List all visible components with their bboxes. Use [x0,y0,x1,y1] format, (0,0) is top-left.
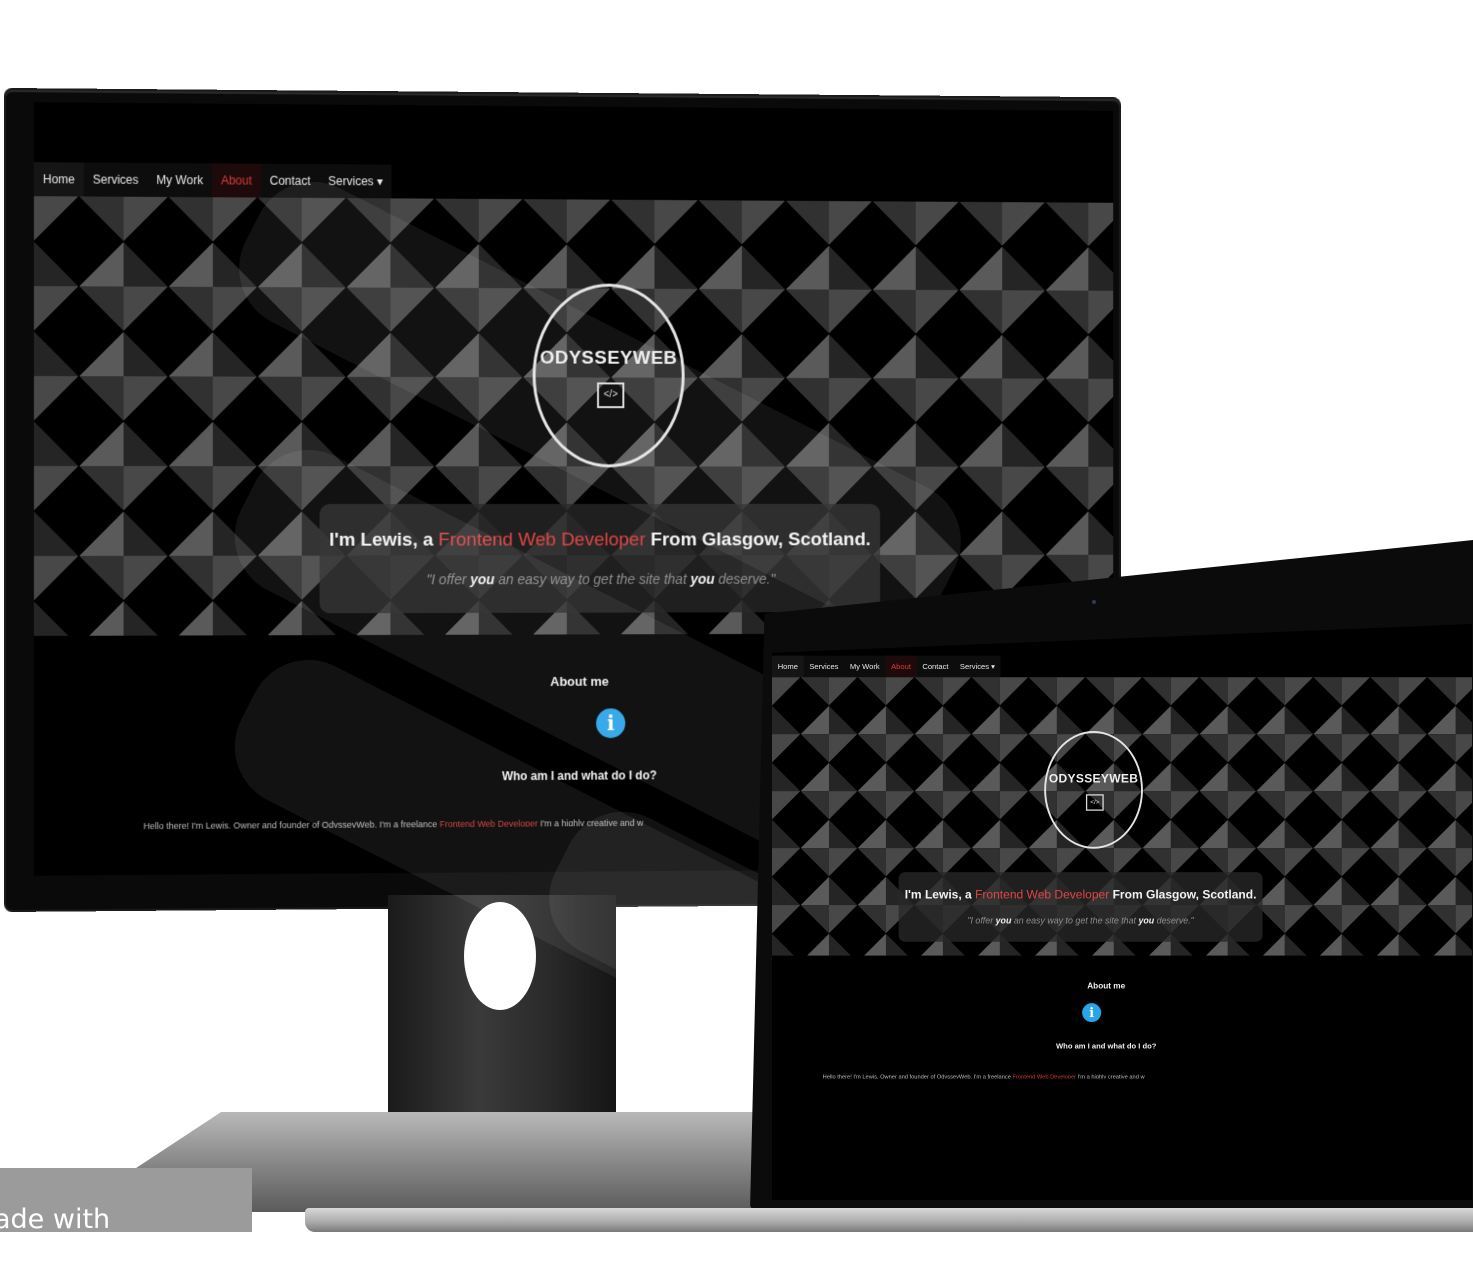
about-subtitle: Who am I and what do I do? [1056,1041,1157,1051]
headline-role: Frontend Web Developer [975,888,1110,902]
tagline-you: you [690,570,715,587]
about-title: About me [1087,981,1126,991]
website-laptop: Home Services My Work About Contact Serv… [772,624,1472,1114]
bio-text: Hello there! I'm Lewis, Owner and founde… [823,1073,1409,1078]
tagline-mid: an easy way to get the site that [1011,915,1139,926]
hero-pattern: ODYSSEYWEB </> I'm Lewis, a Frontend Web… [772,677,1472,956]
about-section: About me i Who am I and what do I do? He… [772,955,1472,1108]
nav-about[interactable]: About [885,655,917,678]
tagline-start: "I offer [967,915,996,926]
info-icon: i [1082,1003,1102,1023]
nav-contact[interactable]: Contact [917,656,955,678]
laptop: Home Services My Work About Contact Serv… [750,540,1473,1220]
logo[interactable]: ODYSSEYWEB </> [1044,730,1143,849]
nav-home[interactable]: Home [772,655,804,678]
bio-start: Hello there! I'm Lewis, Owner and founde… [822,1073,1013,1079]
headline-box: I'm Lewis, a Frontend Web Developer From… [898,872,1263,942]
webcam [1092,600,1096,604]
badge-text: ade with [0,1204,111,1235]
bio-end: I'm a highly creative and w [1076,1073,1145,1079]
made-with-badge[interactable]: ade with [0,1168,252,1235]
bio-role: Frontend Web Developer [1012,1073,1077,1079]
headline: I'm Lewis, a Frontend Web Developer From… [899,889,1263,903]
nav-home[interactable]: Home [33,162,84,197]
laptop-screen: Home Services My Work About Contact Serv… [772,624,1472,1200]
tagline-you: you [995,915,1012,926]
code-icon: </> [1085,794,1104,811]
nav-my-work[interactable]: My Work [147,163,212,197]
tagline-you: you [1138,915,1155,926]
nav-about[interactable]: About [211,163,261,198]
headline-intro: I'm Lewis, a [904,888,976,902]
nav-services-dropdown[interactable]: Services ▾ [954,656,1000,678]
tagline: "I offer you an easy way to get the site… [899,915,1263,925]
logo-text: ODYSSEYWEB [1048,772,1139,786]
laptop-base [305,1208,1473,1232]
nav-my-work[interactable]: My Work [844,656,885,678]
tagline-end: deserve." [1154,915,1194,926]
nav-services[interactable]: Services [84,163,148,197]
navbar: Home Services My Work About Contact Serv… [772,655,1001,678]
headline-location: From Glasgow, Scotland. [1109,888,1257,902]
nav-services[interactable]: Services [804,656,845,678]
